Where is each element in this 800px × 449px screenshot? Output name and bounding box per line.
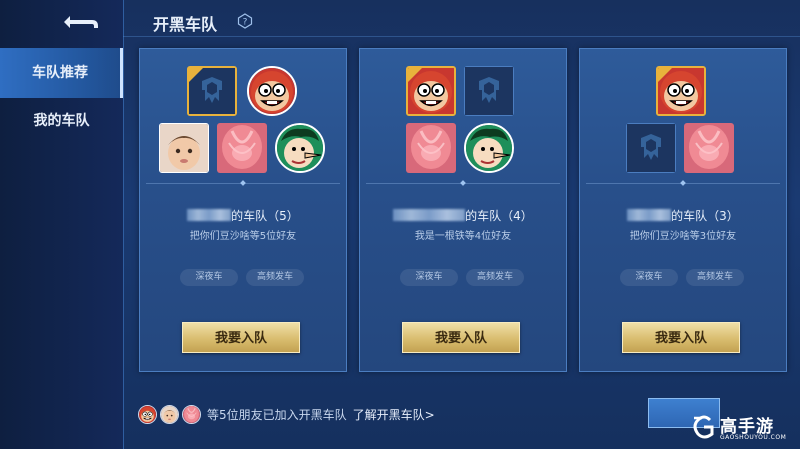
join-team-button[interactable]: 我要入队 xyxy=(182,322,300,353)
crown-icon xyxy=(188,67,204,83)
leader-avatar xyxy=(406,66,456,116)
member-avatar xyxy=(464,123,514,173)
sidebar-item-my-teams[interactable]: 我的车队 xyxy=(0,96,123,146)
team-name: 的车队（4） xyxy=(360,207,566,224)
team-friends-text: 把你们豆沙啥等3位好友 xyxy=(629,231,737,242)
redacted-name xyxy=(627,209,672,221)
member-avatar xyxy=(159,123,209,173)
friend-avatar xyxy=(160,404,179,424)
brand-g-icon xyxy=(693,415,714,439)
member-avatar xyxy=(275,123,325,173)
tag-late-night: 深夜车 xyxy=(400,269,458,286)
sidebar-item-recommended[interactable]: 车队推荐 xyxy=(0,48,123,98)
tag-late-night: 深夜车 xyxy=(180,269,238,286)
help-icon[interactable]: ? xyxy=(237,13,253,29)
tag-frequent: 高频发车 xyxy=(246,269,304,286)
tag-late-night: 深夜车 xyxy=(620,269,678,286)
team-card[interactable]: 的车队（4） 我是一根铁等4位好友 深夜车 高频发车 我要入队 xyxy=(359,48,567,372)
brand-url: GAOSHOUYOU.COM xyxy=(720,434,787,441)
tag-frequent: 高频发车 xyxy=(686,269,744,286)
crown-icon xyxy=(408,68,423,83)
sidebar: 车队推荐 我的车队 xyxy=(0,0,124,449)
friend-avatar xyxy=(182,404,201,424)
friend-avatar xyxy=(138,404,157,424)
redacted-name xyxy=(393,209,466,221)
team-name: 的车队（5） xyxy=(140,207,346,224)
team-name-text: 的车队（5） xyxy=(231,209,299,223)
watermark-logo: 高手游 GAOSHOUYOU.COM xyxy=(690,410,800,449)
team-name: 的车队（3） xyxy=(580,207,786,224)
back-arrow-icon[interactable] xyxy=(58,10,102,34)
sidebar-item-label: 我的车队 xyxy=(33,113,90,129)
card-divider xyxy=(586,183,780,184)
empty-slot xyxy=(626,123,676,173)
join-team-button[interactable]: 我要入队 xyxy=(622,322,740,353)
card-divider xyxy=(366,183,560,184)
header-divider xyxy=(123,36,800,37)
team-name-text: 的车队（4） xyxy=(465,209,533,223)
card-divider xyxy=(146,183,340,184)
page-title: 开黑车队 xyxy=(153,15,218,34)
team-card[interactable]: 的车队（5） 把你们豆沙啥等5位好友 深夜车 高频发车 我要入队 xyxy=(139,48,347,372)
sidebar-item-label: 车队推荐 xyxy=(32,65,88,81)
friends-joined-bar: 等5位朋友已加入开黑车队 了解开黑车队> xyxy=(138,402,435,426)
svg-text:?: ? xyxy=(243,18,248,28)
member-avatar xyxy=(217,123,267,173)
member-avatar xyxy=(247,66,297,116)
crown-icon xyxy=(658,68,673,83)
team-friends-text: 我是一根铁等4位好友 xyxy=(414,231,512,242)
member-avatar xyxy=(406,123,456,173)
leader-slot-empty xyxy=(187,66,237,116)
tag-frequent: 高频发车 xyxy=(466,269,524,286)
learn-more-link[interactable]: 了解开黑车队> xyxy=(353,406,435,423)
team-card[interactable]: 的车队（3） 把你们豆沙啥等3位好友 深夜车 高频发车 我要入队 xyxy=(579,48,787,372)
redacted-name xyxy=(187,209,232,221)
leader-avatar xyxy=(656,66,706,116)
team-friends-text: 把你们豆沙啥等5位好友 xyxy=(189,231,297,242)
join-team-button[interactable]: 我要入队 xyxy=(402,322,520,353)
friends-joined-text: 等5位朋友已加入开黑车队 xyxy=(207,407,347,422)
empty-slot xyxy=(464,66,514,116)
team-name-text: 的车队（3） xyxy=(671,209,739,223)
member-avatar xyxy=(684,123,734,173)
